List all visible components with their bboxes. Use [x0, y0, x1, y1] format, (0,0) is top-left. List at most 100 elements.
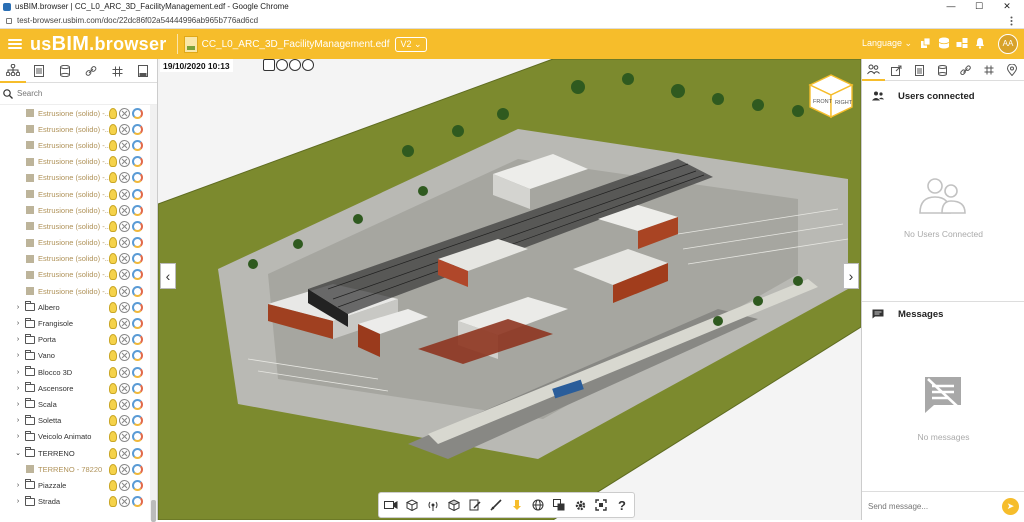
- visibility-bulb-icon[interactable]: [109, 269, 117, 281]
- isolate-icon[interactable]: [119, 366, 130, 378]
- measure-button[interactable]: [487, 496, 505, 514]
- tab-tree[interactable]: [0, 59, 26, 83]
- chevron-right-icon[interactable]: ›: [14, 369, 22, 376]
- color-wheel-icon[interactable]: [132, 415, 143, 427]
- chevron-right-icon[interactable]: ›: [14, 433, 22, 440]
- browser-menu-icon[interactable]: [1010, 16, 1013, 26]
- visibility-bulb-icon[interactable]: [109, 301, 117, 313]
- tab-links[interactable]: [78, 59, 104, 83]
- isolate-icon[interactable]: [119, 334, 130, 346]
- color-wheel-icon[interactable]: [132, 431, 143, 443]
- color-wheel-icon[interactable]: [132, 350, 143, 362]
- isolate-icon[interactable]: [119, 188, 130, 200]
- color-wheel-icon[interactable]: [132, 318, 143, 330]
- tree-row[interactable]: › Albero: [0, 299, 150, 315]
- visibility-bulb-icon[interactable]: [109, 447, 117, 459]
- isolate-icon[interactable]: [119, 123, 130, 135]
- next-panel-arrow[interactable]: ›: [843, 263, 859, 289]
- tree-row[interactable]: Estrusione (solido) -...: [0, 137, 150, 153]
- close-window-button[interactable]: ✕: [996, 0, 1018, 13]
- isolate-icon[interactable]: [119, 107, 130, 119]
- tree-search[interactable]: [0, 83, 157, 105]
- color-wheel-icon[interactable]: [132, 463, 143, 475]
- chevron-right-icon[interactable]: ›: [14, 385, 22, 392]
- tree-row[interactable]: Estrusione (solido) -...: [0, 121, 150, 137]
- color-wheel-icon[interactable]: [132, 188, 143, 200]
- color-wheel-icon[interactable]: [132, 156, 143, 168]
- tree-row[interactable]: Estrusione (solido) -...: [0, 105, 150, 121]
- isolate-icon[interactable]: [119, 172, 130, 184]
- color-wheel-icon[interactable]: [132, 237, 143, 249]
- isolate-icon[interactable]: [119, 301, 130, 313]
- tree-row[interactable]: › Scala: [0, 396, 150, 412]
- visibility-bulb-icon[interactable]: [109, 204, 117, 216]
- isolate-icon[interactable]: [119, 463, 130, 475]
- isolate-icon[interactable]: [119, 237, 130, 249]
- edit-element-button[interactable]: [466, 496, 484, 514]
- tab-classification[interactable]: [104, 59, 130, 83]
- sun-path-icon[interactable]: [289, 59, 301, 71]
- url-text[interactable]: test-browser.usbim.com/doc/22dc86f02a544…: [17, 16, 258, 25]
- visibility-bulb-icon[interactable]: [109, 415, 117, 427]
- broadcast-button[interactable]: [424, 496, 442, 514]
- tab-collaboration[interactable]: [862, 59, 885, 81]
- tree-row[interactable]: Estrusione (solido) -...: [0, 218, 150, 234]
- section-box-button[interactable]: [445, 496, 463, 514]
- chevron-right-icon[interactable]: ›: [14, 401, 22, 408]
- select-tool-button[interactable]: [508, 496, 526, 514]
- tab-sheets[interactable]: [130, 59, 156, 83]
- color-wheel-icon[interactable]: [132, 334, 143, 346]
- tree-row[interactable]: › Vano: [0, 348, 150, 364]
- tab-properties[interactable]: [26, 59, 52, 83]
- tree-scrollbar[interactable]: [150, 105, 157, 522]
- color-wheel-icon[interactable]: [132, 139, 143, 151]
- layers-icon[interactable]: [920, 37, 932, 49]
- isolate-icon[interactable]: [119, 350, 130, 362]
- isolate-icon[interactable]: [119, 318, 130, 330]
- color-wheel-icon[interactable]: [132, 204, 143, 216]
- isolate-icon[interactable]: [119, 204, 130, 216]
- isolate-icon[interactable]: [119, 285, 130, 297]
- send-message-button[interactable]: ➤: [1002, 498, 1019, 515]
- tree-row[interactable]: › Porta: [0, 332, 150, 348]
- visibility-bulb-icon[interactable]: [109, 253, 117, 265]
- isolate-icon[interactable]: [119, 382, 130, 394]
- tab-document[interactable]: [908, 59, 931, 81]
- visibility-bulb-icon[interactable]: [109, 220, 117, 232]
- calendar-icon[interactable]: [263, 59, 275, 71]
- isolate-icon[interactable]: [119, 431, 130, 443]
- visibility-bulb-icon[interactable]: [109, 366, 117, 378]
- network-icon[interactable]: [956, 37, 968, 49]
- color-wheel-icon[interactable]: [132, 220, 143, 232]
- maximize-button[interactable]: ☐: [968, 0, 990, 13]
- globe-button[interactable]: [529, 496, 547, 514]
- visibility-bulb-icon[interactable]: [109, 107, 117, 119]
- tree-row[interactable]: Estrusione (solido) -...: [0, 267, 150, 283]
- color-wheel-icon[interactable]: [132, 269, 143, 281]
- visibility-bulb-icon[interactable]: [109, 463, 117, 475]
- notifications-bell-icon[interactable]: [974, 37, 986, 49]
- visibility-bulb-icon[interactable]: [109, 156, 117, 168]
- visibility-bulb-icon[interactable]: [109, 431, 117, 443]
- chevron-right-icon[interactable]: ›: [14, 304, 22, 311]
- globe-icon[interactable]: [302, 59, 314, 71]
- tree-row[interactable]: Estrusione (solido) -...: [0, 154, 150, 170]
- tab-database[interactable]: [931, 59, 954, 81]
- version-select[interactable]: V2 ⌄: [395, 36, 427, 52]
- chevron-down-icon[interactable]: ⌄: [14, 449, 22, 457]
- visibility-bulb-icon[interactable]: [109, 382, 117, 394]
- visibility-bulb-icon[interactable]: [109, 496, 117, 508]
- scrollbar-thumb[interactable]: [151, 500, 156, 522]
- chevron-right-icon[interactable]: ›: [14, 417, 22, 424]
- visibility-bulb-icon[interactable]: [109, 285, 117, 297]
- visibility-bulb-icon[interactable]: [109, 350, 117, 362]
- tree-row[interactable]: › Strada: [0, 494, 150, 510]
- tree-row[interactable]: TERRENO - 78220: [0, 461, 150, 477]
- isolate-icon[interactable]: [119, 398, 130, 410]
- 3d-model-render[interactable]: [158, 59, 861, 520]
- color-wheel-icon[interactable]: [132, 301, 143, 313]
- tree-row[interactable]: ⌄ TERRENO: [0, 445, 150, 461]
- message-input[interactable]: [868, 501, 988, 511]
- tree-row[interactable]: Estrusione (solido) -...: [0, 170, 150, 186]
- isolate-icon[interactable]: [119, 415, 130, 427]
